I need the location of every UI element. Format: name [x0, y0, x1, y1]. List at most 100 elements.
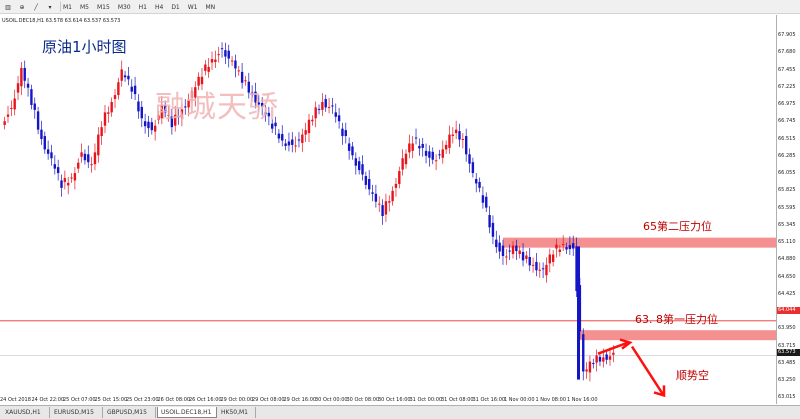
- candle-body: [281, 134, 284, 141]
- level-price-tag: 64.044: [777, 307, 800, 314]
- time-tick-label: 1 Nov 00:00: [504, 397, 535, 403]
- timeframe-m30-button[interactable]: M30: [115, 1, 134, 12]
- candle-body: [10, 107, 13, 109]
- candle-body: [26, 83, 30, 88]
- candle-body: [357, 161, 361, 171]
- candle-body: [317, 108, 321, 110]
- candle-body: [150, 122, 154, 131]
- candle-body: [33, 103, 36, 110]
- zoom-icon[interactable]: ⊕: [16, 1, 28, 12]
- candle-body: [521, 252, 525, 261]
- candle-body: [120, 69, 123, 81]
- candle-body: [448, 134, 451, 148]
- candle-body: [558, 249, 562, 253]
- time-tick-label: 29 Oct 08:00: [252, 397, 285, 403]
- line-tool-icon[interactable]: ╱: [30, 1, 42, 12]
- time-tick-label: 26 Oct 08:00: [157, 397, 191, 403]
- time-tick-label: 26 Oct 16:00: [189, 397, 222, 403]
- symbol-info: USOIL.DEC18,H1 63.578 63.614 63.537 63.5…: [2, 18, 121, 24]
- time-tick-label: 31 Oct 16:00: [472, 397, 506, 403]
- candle-body: [60, 180, 63, 188]
- timeframe-d1-button[interactable]: D1: [168, 1, 182, 12]
- candle-body: [227, 50, 230, 59]
- price-tick-label: 63.950: [778, 325, 796, 332]
- price-chart[interactable]: [0, 15, 776, 404]
- time-tick-label: 30 Oct 08:00: [346, 397, 380, 403]
- time-tick-label: 1 Nov 08:00: [535, 397, 567, 403]
- candle-body: [568, 245, 572, 250]
- candle-body: [572, 243, 575, 249]
- candle-body: [6, 114, 10, 117]
- tools-dropdown-icon[interactable]: ▾: [44, 1, 56, 12]
- candle-body: [408, 143, 411, 153]
- candle-body: [612, 352, 615, 355]
- timeframe-mn-button[interactable]: MN: [203, 1, 219, 12]
- candle-body: [498, 242, 501, 252]
- chart-bars-icon[interactable]: ▥: [2, 1, 14, 12]
- price-tick-label: 65.595: [778, 204, 796, 211]
- candle-body: [314, 107, 317, 119]
- timeframe-m5-button[interactable]: M5: [77, 1, 92, 12]
- time-tick-label: 1 Nov 16:00: [567, 397, 598, 403]
- timeframe-h4-button[interactable]: H4: [152, 1, 166, 12]
- candle-body: [207, 66, 210, 72]
- tab-usoil-dec18-h1[interactable]: USOIL.DEC18,H1: [157, 407, 217, 418]
- candle-body: [458, 131, 461, 140]
- candle-body: [384, 201, 388, 215]
- candle-body: [595, 355, 598, 363]
- candle-body: [361, 164, 364, 175]
- price-axis: 67.905 67.680 67.455 67.225 66.975 66.745 66.5…: [776, 15, 800, 404]
- candle-body: [87, 154, 90, 163]
- time-tick-label: 25 Oct 07:00: [63, 397, 96, 403]
- time-tick-label: 30 Oct 16:00: [378, 397, 411, 403]
- timeframe-w1-button[interactable]: W1: [185, 1, 201, 12]
- candle-body: [153, 125, 157, 132]
- candle-body: [103, 112, 107, 126]
- tab-gbpusd-m15[interactable]: GBPUSD,M15: [104, 407, 156, 418]
- candle-body: [511, 245, 515, 255]
- candle-body: [561, 244, 565, 246]
- price-tick-label: 65.345: [778, 221, 796, 228]
- candle-body: [147, 121, 150, 129]
- candle-body: [67, 182, 70, 186]
- candle-body: [424, 150, 428, 156]
- candle-body: [294, 145, 297, 147]
- candle-body: [331, 105, 334, 107]
- tab-eurusd-m15[interactable]: EURUSD,M15: [51, 407, 103, 418]
- time-tick-label: 31 Oct 00:00: [409, 397, 443, 403]
- candle-body: [354, 158, 358, 166]
- candle-body: [438, 154, 441, 156]
- resistance-zone: [578, 330, 776, 341]
- timeframe-h1-button[interactable]: H1: [136, 1, 150, 12]
- candle-body: [545, 264, 548, 276]
- candle-body: [301, 134, 304, 143]
- price-tick-label: 66.055: [778, 170, 796, 176]
- chart-toolbar: ▥ ⊕ ╱ ▾ M1 M5 M15 M30 H1 H4 D1 W1 MN: [0, 0, 800, 14]
- candle-body: [371, 192, 374, 194]
- candle-body: [418, 145, 421, 149]
- time-tick-label: 24 Oct 2018: [0, 397, 31, 403]
- candle-body: [210, 59, 214, 63]
- candle-body: [468, 154, 471, 164]
- candle-body: [351, 146, 354, 156]
- candle-body: [444, 144, 448, 150]
- candle-body: [291, 139, 294, 145]
- tab-hk50-m1[interactable]: HK50,M1: [218, 407, 256, 418]
- candle-body: [100, 127, 103, 137]
- large-drop-candle: [577, 246, 580, 380]
- timeframe-m15-button[interactable]: M15: [94, 1, 113, 12]
- candle-body: [97, 134, 100, 156]
- candle-body: [538, 269, 541, 271]
- candle-body: [137, 101, 140, 112]
- price-tick-label: 65.110: [778, 239, 796, 245]
- price-tick-label: 63.015: [778, 394, 796, 401]
- tab-xauusd-h1[interactable]: XAUUSD,H1: [2, 407, 50, 418]
- candle-body: [117, 82, 120, 96]
- time-axis: 24 Oct 2018 24 Oct 22:00 25 Oct 07:00 25 Oc…: [0, 397, 776, 404]
- candle-body: [287, 141, 291, 146]
- timeframe-m1-button[interactable]: M1: [60, 1, 75, 12]
- resistance-2-label: 65第二压力位: [643, 220, 712, 233]
- candle-body: [481, 195, 485, 203]
- candle-body: [381, 205, 384, 216]
- candle-body: [123, 75, 127, 78]
